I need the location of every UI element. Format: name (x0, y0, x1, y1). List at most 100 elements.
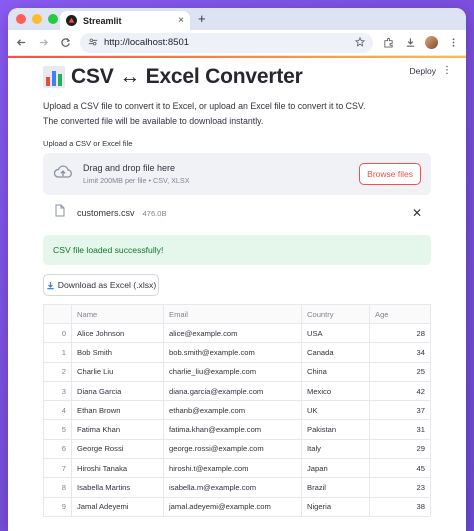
row-index[interactable]: 4 (43, 400, 72, 421)
download-excel-button[interactable]: Download as Excel (.xlsx) (43, 274, 159, 296)
row-index[interactable]: 1 (43, 342, 72, 363)
cell-email[interactable]: jamal.adeyemi@example.com (163, 496, 302, 517)
download-excel-label: Download as Excel (.xlsx) (57, 280, 157, 290)
cell-email[interactable]: fatima.khan@example.com (163, 419, 302, 440)
uploaded-file-size: 476.0B (142, 208, 167, 218)
tab-strip: Streamlit × + (8, 8, 466, 30)
cell-country[interactable]: UK (301, 400, 370, 421)
maximize-window-button[interactable] (48, 14, 58, 24)
browser-tab[interactable]: Streamlit × (60, 11, 190, 30)
tab-close-icon[interactable]: × (178, 15, 184, 26)
cell-age[interactable]: 25 (369, 361, 431, 382)
cell-name[interactable]: Alice Johnson (71, 322, 164, 344)
browser-menu-icon[interactable] (446, 36, 460, 50)
cell-name[interactable]: Hiroshi Tanaka (71, 458, 164, 479)
cell-country[interactable]: Italy (301, 438, 370, 460)
table-row: 1 Bob Smith bob.smith@example.com Canada… (43, 342, 431, 363)
table-row: 0 Alice Johnson alice@example.com USA 28 (43, 322, 431, 344)
cell-country[interactable]: Japan (301, 458, 370, 479)
browse-files-button[interactable]: Browse files (359, 163, 421, 185)
row-index[interactable]: 7 (43, 458, 72, 479)
row-index[interactable]: 8 (43, 477, 72, 498)
row-index[interactable]: 0 (43, 322, 72, 344)
cell-age[interactable]: 37 (369, 400, 431, 421)
cell-country[interactable]: Canada (301, 342, 370, 363)
cell-country[interactable]: China (301, 361, 370, 382)
cell-name[interactable]: Diana Garcia (71, 380, 164, 402)
extensions-icon[interactable] (381, 36, 395, 50)
file-dropzone[interactable]: Drag and drop file here Limit 200MB per … (43, 153, 431, 195)
back-icon[interactable] (14, 36, 28, 50)
data-table[interactable]: Name Email Country Age 0 Alice Johnson a… (43, 304, 431, 517)
cell-country[interactable]: Brazil (301, 477, 370, 498)
new-tab-button[interactable]: + (198, 11, 206, 26)
cell-age[interactable]: 23 (369, 477, 431, 498)
dropzone-text: Drag and drop file here Limit 200MB per … (83, 163, 349, 185)
table-row: 5 Fatima Khan fatima.khan@example.com Pa… (43, 419, 431, 440)
file-icon (55, 204, 65, 222)
url-text: http://localhost:8501 (104, 37, 190, 48)
header-age[interactable]: Age (369, 304, 431, 324)
site-info-icon[interactable] (88, 34, 98, 52)
row-index[interactable]: 9 (43, 496, 72, 517)
row-index[interactable]: 2 (43, 361, 72, 382)
tab-title: Streamlit (83, 15, 122, 26)
streamlit-favicon-icon (66, 15, 77, 26)
cell-age[interactable]: 38 (369, 496, 431, 517)
bar-chart-icon (43, 66, 65, 88)
cell-email[interactable]: diana.garcia@example.com (163, 380, 302, 402)
header-name[interactable]: Name (71, 304, 164, 324)
app-menu-icon[interactable]: ⋮ (442, 65, 452, 76)
header-country[interactable]: Country (301, 304, 370, 324)
page-title: CSV ↔ Excel Converter (71, 65, 303, 88)
deploy-button[interactable]: Deploy (410, 66, 436, 76)
forward-icon[interactable] (36, 36, 50, 50)
reload-icon[interactable] (58, 36, 72, 50)
minimize-window-button[interactable] (32, 14, 42, 24)
profile-avatar[interactable] (425, 36, 438, 49)
cell-name[interactable]: Fatima Khan (71, 419, 164, 440)
cell-email[interactable]: hiroshi.t@example.com (163, 458, 302, 479)
cell-email[interactable]: alice@example.com (163, 322, 302, 344)
bookmark-star-icon[interactable] (354, 34, 366, 52)
cell-age[interactable]: 31 (369, 419, 431, 440)
cell-country[interactable]: Nigeria (301, 496, 370, 517)
remove-file-icon[interactable]: ✕ (412, 206, 422, 220)
row-index[interactable]: 6 (43, 438, 72, 460)
cell-country[interactable]: Mexico (301, 380, 370, 402)
cell-country[interactable]: USA (301, 322, 370, 344)
cell-age[interactable]: 34 (369, 342, 431, 363)
cell-email[interactable]: george.rossi@example.com (163, 438, 302, 460)
download-icon[interactable] (403, 36, 417, 50)
cell-age[interactable]: 45 (369, 458, 431, 479)
header-index[interactable] (43, 304, 72, 324)
cell-name[interactable]: Charlie Liu (71, 361, 164, 382)
cloud-upload-icon (53, 164, 73, 185)
header-email[interactable]: Email (163, 304, 302, 324)
table-row: 7 Hiroshi Tanaka hiroshi.t@example.com J… (43, 458, 431, 479)
table-row: 9 Jamal Adeyemi jamal.adeyemi@example.co… (43, 496, 431, 517)
cell-name[interactable]: Isabella Martins (71, 477, 164, 498)
cell-email[interactable]: ethanb@example.com (163, 400, 302, 421)
table-row: 8 Isabella Martins isabella.m@example.co… (43, 477, 431, 498)
table-row: 4 Ethan Brown ethanb@example.com UK 37 (43, 400, 431, 421)
cell-name[interactable]: Jamal Adeyemi (71, 496, 164, 517)
cell-name[interactable]: Ethan Brown (71, 400, 164, 421)
row-index[interactable]: 5 (43, 419, 72, 440)
main-content: Deploy ⋮ CSV ↔ Excel Converter Upload a … (8, 58, 466, 517)
cell-age[interactable]: 28 (369, 322, 431, 344)
address-bar[interactable]: http://localhost:8501 (80, 32, 373, 53)
cell-email[interactable]: bob.smith@example.com (163, 342, 302, 363)
cell-country[interactable]: Pakistan (301, 419, 370, 440)
cell-age[interactable]: 42 (369, 380, 431, 402)
window-controls (16, 14, 58, 24)
cell-name[interactable]: Bob Smith (71, 342, 164, 363)
description: Upload a CSV file to convert it to Excel… (43, 99, 431, 129)
table-header-row: Name Email Country Age (43, 304, 431, 324)
cell-name[interactable]: George Rossi (71, 438, 164, 460)
cell-email[interactable]: charlie_liu@example.com (163, 361, 302, 382)
close-window-button[interactable] (16, 14, 26, 24)
cell-age[interactable]: 29 (369, 438, 431, 460)
cell-email[interactable]: isabella.m@example.com (163, 477, 302, 498)
row-index[interactable]: 3 (43, 380, 72, 402)
